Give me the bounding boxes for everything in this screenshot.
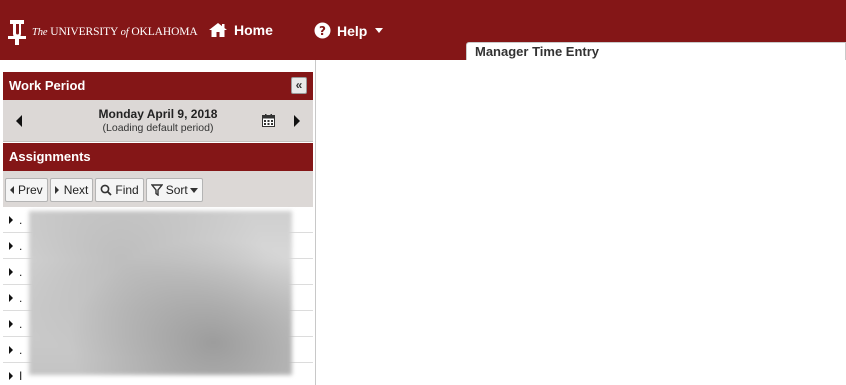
caret-left-icon [10,186,14,194]
period-selector: Monday April 9, 2018 (Loading default pe… [3,100,313,142]
expand-icon [9,216,13,224]
find-button[interactable]: Find [95,178,144,202]
expand-icon [9,372,13,380]
redacted-overlay [29,211,292,375]
assignments-title: Assignments [9,149,91,164]
expand-icon [9,294,13,302]
main-content [317,60,846,385]
sort-label: Sort [165,183,188,197]
work-period-header: Work Period « [3,72,313,100]
expand-icon [9,320,13,328]
help-icon: ? [314,22,331,39]
university-logo[interactable]: The UNIVERSITY of OKLAHOMA [6,18,198,46]
left-panel: Work Period « Monday April 9, 2018 (Load… [0,60,316,385]
app-header: The UNIVERSITY of OKLAHOMA Home ? Help M… [0,0,846,60]
nav-home-link[interactable]: Home [208,22,273,38]
next-label: Next [63,183,89,197]
collapse-panel-button[interactable]: « [291,77,307,94]
chevron-down-icon [189,187,198,193]
assignments-list: . . . . . . I [3,207,313,385]
assignments-header: Assignments [3,143,313,171]
calendar-icon[interactable] [262,114,275,127]
nav-help-label: Help [337,22,368,39]
university-name: The UNIVERSITY of OKLAHOMA [32,26,198,38]
prev-button[interactable]: Prev [5,178,48,202]
expand-icon [9,346,13,354]
next-button[interactable]: Next [49,178,94,202]
expand-icon [9,268,13,276]
assignments-toolbar: Prev Next Find Sort [3,171,313,207]
filter-icon [150,184,163,196]
tab-manager-time-entry[interactable]: Manager Time Entry [466,42,846,60]
nav-help-menu[interactable]: ? Help [314,22,384,39]
chevron-down-icon [375,28,384,33]
nav-home-label: Home [234,22,273,38]
ou-logo-icon [8,20,26,45]
prev-label: Prev [18,183,43,197]
find-label: Find [115,183,139,197]
sort-button[interactable]: Sort [145,178,203,202]
next-period-button[interactable] [294,115,300,127]
search-icon [100,184,113,196]
caret-right-icon [54,186,59,194]
expand-icon [9,242,13,250]
svg-text:?: ? [319,24,326,38]
work-period-title: Work Period [9,78,86,93]
home-icon [209,23,227,37]
